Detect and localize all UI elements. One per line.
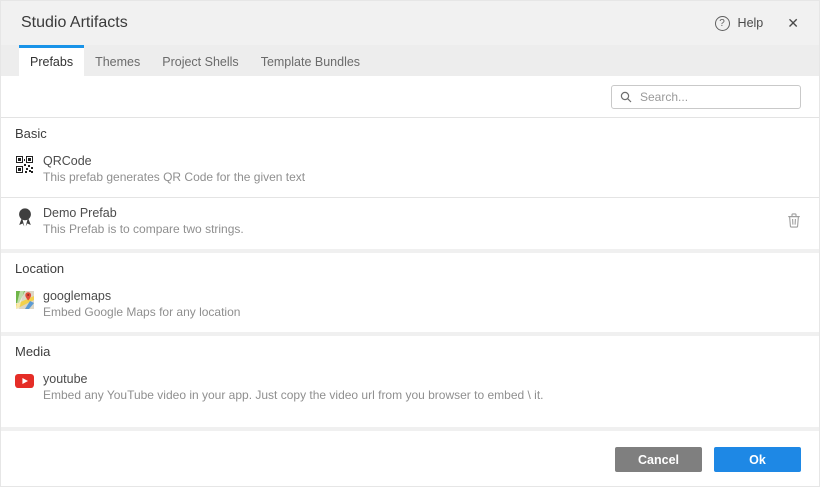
section-header-basic: Basic xyxy=(15,126,47,141)
tab-prefabs[interactable]: Prefabs xyxy=(19,45,85,76)
search-input[interactable] xyxy=(638,88,792,105)
ok-button[interactable]: Ok xyxy=(714,447,801,472)
help-button[interactable]: ? Help xyxy=(714,15,764,31)
item-text: youtube Embed any YouTube video in your … xyxy=(43,371,544,403)
prefab-item-qrcode[interactable]: QRCode This prefab generates QR Code for… xyxy=(1,146,819,197)
item-description: This prefab generates QR Code for the gi… xyxy=(43,170,306,184)
tab-template-bundles[interactable]: Template Bundles xyxy=(250,45,371,76)
section-header-media: Media xyxy=(15,344,51,359)
close-icon[interactable]: ✕ xyxy=(787,16,799,30)
prefab-item-youtube[interactable]: youtube Embed any YouTube video in your … xyxy=(1,364,819,415)
tab-bar: Prefabs Themes Project Shells Template B… xyxy=(1,45,819,76)
section-header-location: Location xyxy=(15,261,65,276)
tab-project-shells[interactable]: Project Shells xyxy=(151,45,249,76)
studio-artifacts-dialog: Studio Artifacts ? Help ✕ Prefabs Themes… xyxy=(0,0,820,487)
search-icon xyxy=(620,91,632,102)
item-title: youtube xyxy=(43,372,88,386)
item-title: googlemaps xyxy=(43,289,112,303)
header-actions: ? Help ✕ xyxy=(714,15,799,31)
item-title: QRCode xyxy=(43,154,92,168)
youtube-icon xyxy=(15,374,34,388)
prefab-item-googlemaps[interactable]: googlemaps Embed Google Maps for any loc… xyxy=(1,281,819,332)
search-row xyxy=(1,76,819,118)
item-text: QRCode This prefab generates QR Code for… xyxy=(43,153,305,185)
dialog-header: Studio Artifacts ? Help ✕ xyxy=(1,1,819,45)
tab-themes[interactable]: Themes xyxy=(84,45,151,76)
trash-icon xyxy=(788,212,800,228)
qrcode-icon xyxy=(15,156,34,173)
help-icon[interactable]: ? xyxy=(714,15,730,31)
page-title: Studio Artifacts xyxy=(21,14,128,31)
googlemaps-icon xyxy=(15,291,34,309)
item-text: googlemaps Embed Google Maps for any loc… xyxy=(43,288,240,320)
item-description: This Prefab is to compare two strings. xyxy=(43,222,244,236)
item-title: Demo Prefab xyxy=(43,206,117,220)
dialog-footer: Cancel Ok xyxy=(1,431,819,486)
item-text: Demo Prefab This Prefab is to compare tw… xyxy=(43,205,244,237)
item-description: Embed any YouTube video in your app. Jus… xyxy=(43,388,544,402)
cancel-button[interactable]: Cancel xyxy=(615,447,702,472)
prefab-item-demo-prefab[interactable]: Demo Prefab This Prefab is to compare tw… xyxy=(1,198,819,249)
help-label[interactable]: Help xyxy=(738,16,764,30)
ribbon-icon xyxy=(15,208,34,227)
item-description: Embed Google Maps for any location xyxy=(43,305,241,319)
delete-prefab-button[interactable] xyxy=(785,210,803,233)
search-box[interactable] xyxy=(611,84,801,109)
